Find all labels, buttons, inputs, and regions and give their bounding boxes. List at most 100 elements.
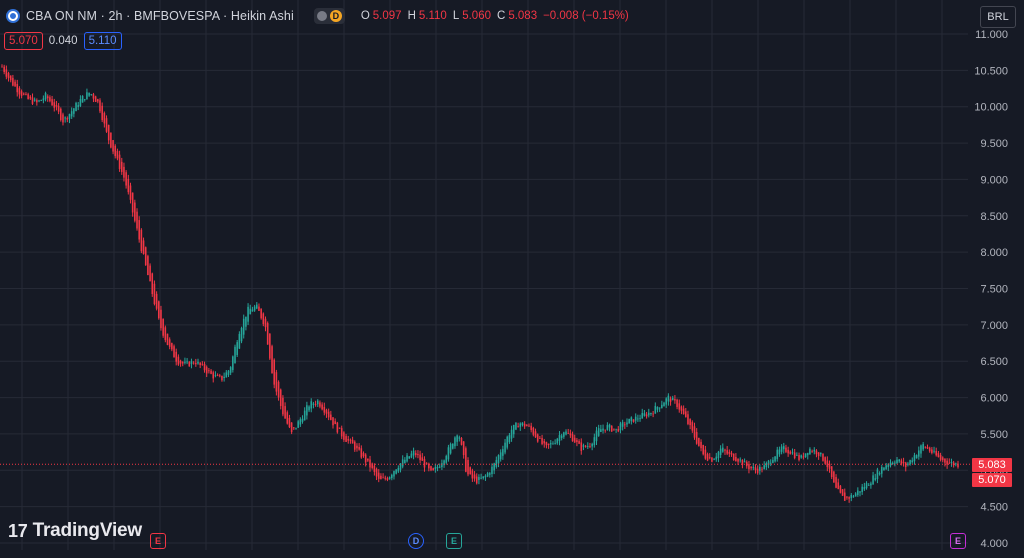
candle-body [902,462,905,464]
candle-body [323,406,326,413]
candle-body [277,381,280,398]
candle-body [343,432,345,440]
candle-body [358,446,360,450]
earnings-event-icon[interactable]: E [150,533,166,549]
candle-body [279,389,282,406]
candle-body [488,473,491,475]
candle-body [689,419,691,426]
candle-body [955,463,957,465]
candle-body [406,455,408,462]
candle-body [732,453,735,461]
candle-body [110,132,112,148]
candle-body [269,333,271,359]
candle-body [876,469,879,480]
candle-body [565,431,567,435]
candle-body [826,460,829,468]
candle-body [602,428,604,431]
candle-body [843,492,846,501]
candle-body [534,431,537,438]
candle-body [852,496,855,498]
candle-body [608,424,611,428]
candle-body [774,456,776,462]
price-chart[interactable]: 11.000 10.500 10.000 9.500 9.000 8.500 8.000 7.… [0,0,1024,558]
candle-body [756,468,759,473]
candle-body [436,466,439,469]
currency-selector[interactable]: BRL [980,6,1016,28]
candle-body [458,437,461,439]
candle-body [86,92,88,100]
candle-body [101,105,103,121]
candle-body [521,422,524,426]
earnings-event-icon[interactable]: E [950,533,966,549]
candle-body [188,361,191,367]
candle-body [308,406,310,411]
tradingview-mark-icon: 17 [8,520,28,541]
candle-body [719,448,722,455]
candle-body [484,475,487,478]
candle-body [708,457,711,459]
candle-body [526,425,528,427]
visibility-icon[interactable] [316,11,327,21]
candle-body [865,483,868,489]
candle-body [223,376,225,379]
candle-body [1,66,3,68]
bid-price[interactable]: 5.070 [4,32,43,50]
candle-body [778,449,781,455]
candle-body [573,437,576,443]
candle-body [7,73,10,79]
candle-body [508,435,511,443]
chart-header: CBA ON NM · 2h · BMFBOVESPA · Heikin Ash… [6,8,632,24]
candle-body [131,192,134,213]
candle-body [850,494,853,498]
candle-body [12,77,14,86]
candle-body [750,466,752,469]
candle-body [214,375,217,377]
candle-body [584,445,587,447]
dividend-badge[interactable]: D [329,10,342,22]
candle-body [103,112,106,124]
candle-body [364,454,367,463]
candle-body [467,460,469,475]
candle-body [545,442,548,446]
candle-body [155,293,158,309]
candle-body [360,448,363,458]
candle-body [112,140,114,152]
earnings-event-icon[interactable]: E [446,533,462,549]
candle-body [3,66,5,73]
ask-price[interactable]: 5.110 [83,32,122,50]
candle-body [249,308,252,315]
dividend-event-icon[interactable]: D [408,533,424,549]
candle-body [523,423,526,427]
candle-body [81,95,84,103]
candle-body [16,83,19,93]
candle-body [136,211,138,229]
candle-body [515,422,517,430]
candle-body [665,398,667,405]
candle-body [552,443,554,445]
candle-body [922,444,924,450]
candle-body [939,455,942,460]
candle-body [870,483,872,486]
low-value: 5.060 [462,10,491,22]
candle-body [397,467,400,472]
candle-body [297,421,299,428]
candle-body [519,423,522,427]
candle-body [140,229,143,252]
candle-body [388,477,391,480]
candle-body [62,114,64,123]
candle-body [260,308,262,319]
candle-body [837,482,840,490]
candle-body [772,459,774,463]
candle-body [706,454,709,461]
header-tools[interactable]: D [313,8,345,24]
y-tick-label: 9.500 [980,138,1008,150]
candle-body [157,301,160,319]
candle-body [90,94,93,96]
candle-body [715,456,718,460]
tradingview-logo[interactable]: 17 TradingView [8,520,142,542]
candle-body [120,161,123,172]
symbol-title[interactable]: CBA ON NM · 2h · BMFBOVESPA · Heikin Ash… [26,9,294,23]
candle-body [116,150,119,159]
candle-body [669,398,672,402]
candle-body [656,406,659,410]
